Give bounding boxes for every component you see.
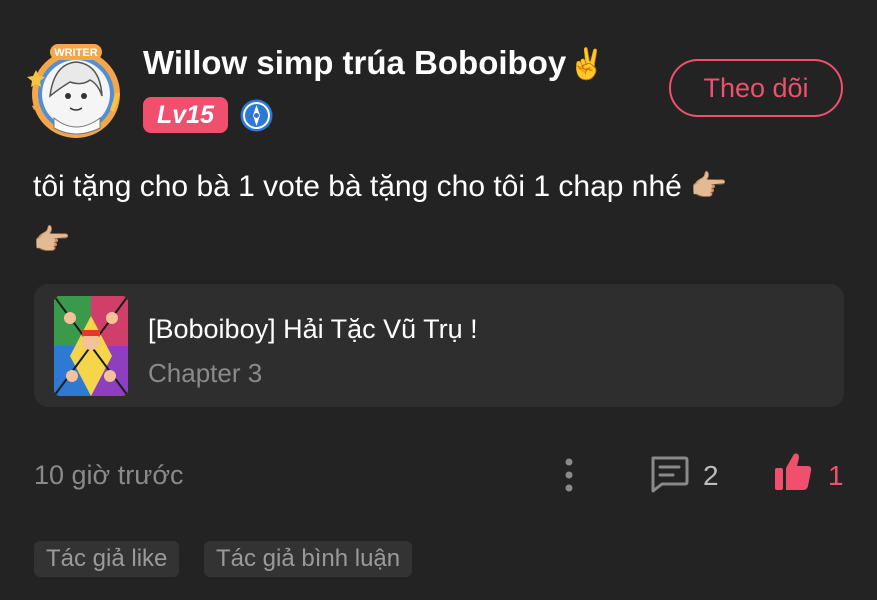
more-options-icon[interactable] <box>555 456 583 494</box>
pointing-right-emoji: 👉🏼 <box>690 170 728 203</box>
username-text: Willow simp trúa Boboiboy <box>143 44 567 81</box>
story-chapter: Chapter 3 <box>148 358 263 388</box>
comment-text: tôi tặng cho bà 1 vote bà tặng cho tôi 1… <box>33 160 853 268</box>
thumbs-up-icon[interactable] <box>773 451 813 493</box>
comment-body: tôi tặng cho bà 1 vote bà tặng cho tôi 1… <box>33 170 691 203</box>
timestamp: 10 giờ trước <box>34 460 184 490</box>
story-card[interactable]: [Boboiboy] Hải Tặc Vũ Trụ ! Chapter 3 <box>34 284 844 407</box>
story-cover-image <box>54 296 128 396</box>
pointing-right-emoji: 👉🏼 <box>33 224 71 257</box>
follow-button[interactable]: Theo dõi <box>669 59 843 117</box>
tag-author-commented: Tác giả bình luận <box>204 541 413 577</box>
comment-count: 2 <box>703 460 719 491</box>
like-count: 1 <box>828 460 844 491</box>
level-badge: Lv15 <box>143 97 228 133</box>
story-title: [Boboiboy] Hải Tặc Vũ Trụ ! <box>148 314 478 344</box>
compass-badge-icon <box>239 98 274 133</box>
username[interactable]: Willow simp trúa Boboiboy✌️ <box>143 44 606 82</box>
comment-icon[interactable] <box>648 454 690 494</box>
tag-author-liked: Tác giả like <box>34 541 180 577</box>
avatar-badge-text: WRITER <box>54 47 97 59</box>
avatar[interactable]: WRITER <box>24 40 128 140</box>
victory-hand-emoji: ✌️ <box>568 48 606 81</box>
